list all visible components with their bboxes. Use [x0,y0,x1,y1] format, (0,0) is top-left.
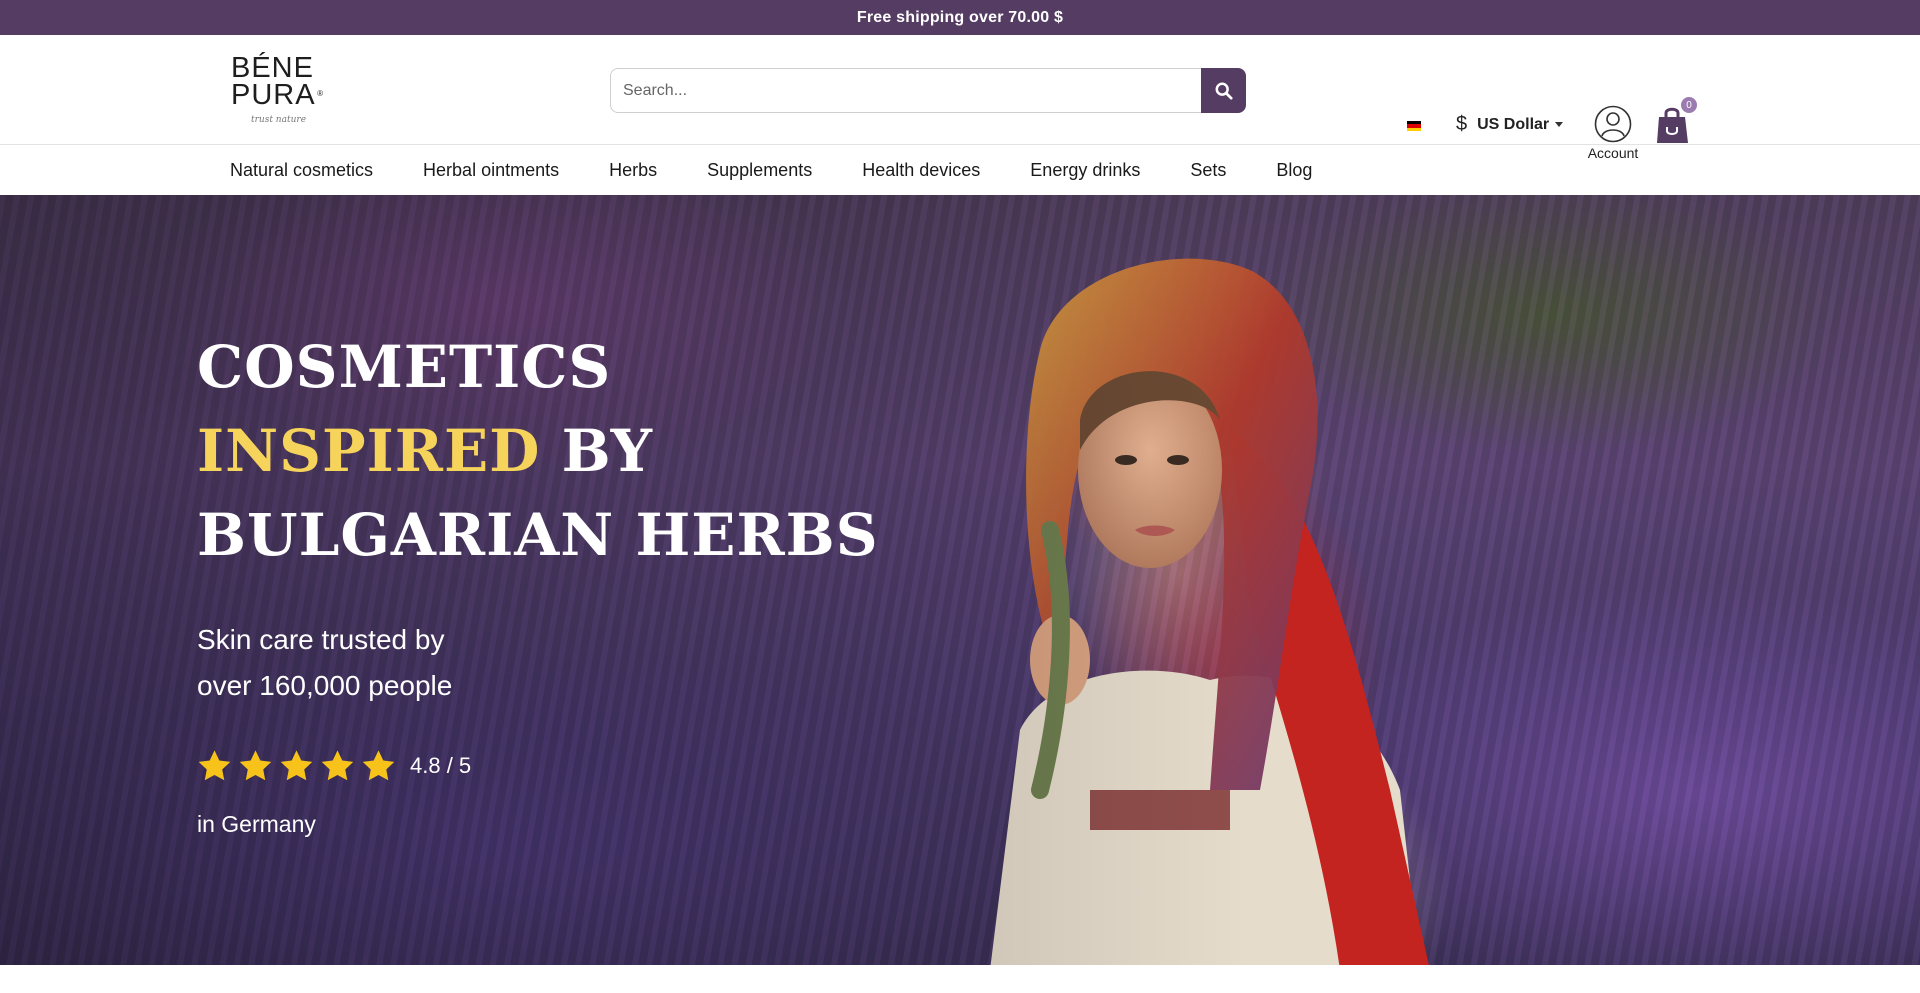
hero-headline: COSMETICS INSPIRED BY BULGARIAN HERBS [197,325,879,577]
headline-highlight: INSPIRED [197,417,541,485]
search-icon [1215,82,1233,100]
nav-item-supplements[interactable]: Supplements [707,160,812,181]
nav-item-health-devices[interactable]: Health devices [862,160,980,181]
search-input[interactable] [610,68,1201,113]
search-button[interactable] [1201,68,1246,113]
account-label: Account [1587,145,1639,161]
hero-content: COSMETICS INSPIRED BY BULGARIAN HERBS Sk… [197,325,879,838]
hero-subtitle: Skin care trusted by over 160,000 people [197,617,879,709]
star-icon [239,750,272,781]
currency-label: US Dollar [1477,115,1550,133]
nav-item-herbal-ointments[interactable]: Herbal ointments [423,160,559,181]
star-icon [321,750,354,781]
star-icon [280,750,313,781]
headline-line-2-rest: BY [540,417,654,485]
caret-down-icon [1555,122,1564,127]
nav-item-natural-cosmetics[interactable]: Natural cosmetics [230,160,373,181]
nav-item-herbs[interactable]: Herbs [609,160,657,181]
nav-item-energy-drinks[interactable]: Energy drinks [1030,160,1140,181]
shipping-banner: Free shipping over 70.00 $ [0,0,1920,35]
subtitle-line-1: Skin care trusted by [197,624,445,655]
subtitle-line-2: over 160,000 people [197,670,453,701]
cart-count-badge: 0 [1681,97,1697,113]
user-icon [1594,105,1632,143]
hero-banner: COSMETICS INSPIRED BY BULGARIAN HERBS Sk… [0,195,1920,965]
logo-line-2: PURA [231,79,316,111]
search-bar [610,68,1246,113]
language-flag-icon[interactable] [1407,121,1421,131]
brand-logo[interactable]: BÉNE PURA ® trust nature [231,52,323,130]
nav-item-sets[interactable]: Sets [1190,160,1226,181]
rating-score: 4.8 / 5 [410,753,472,778]
account-button[interactable]: Account [1584,105,1642,161]
logo-tagline: trust nature [251,115,307,125]
logo-line-1: BÉNE [231,52,314,84]
headline-line-1: COSMETICS [197,333,612,401]
rating-stars [197,749,396,783]
logo-registered-mark: ® [317,89,323,98]
rating: 4.8 / 5 [197,749,879,783]
headline-line-2: INSPIRED BY [197,409,879,493]
nav-item-blog[interactable]: Blog [1276,160,1312,181]
cart-button[interactable]: 0 [1655,97,1697,143]
currency-symbol: $ [1456,113,1468,135]
rating-region: in Germany [197,811,316,837]
shipping-banner-text: Free shipping over 70.00 $ [856,8,1064,26]
site-header: BÉNE PURA ® trust nature $ US Dollar Acc… [0,35,1920,161]
currency-selector[interactable]: $ US Dollar [1456,113,1564,136]
star-icon [198,750,231,781]
headline-line-3: BULGARIAN HERBS [197,501,879,569]
star-icon [362,750,395,781]
